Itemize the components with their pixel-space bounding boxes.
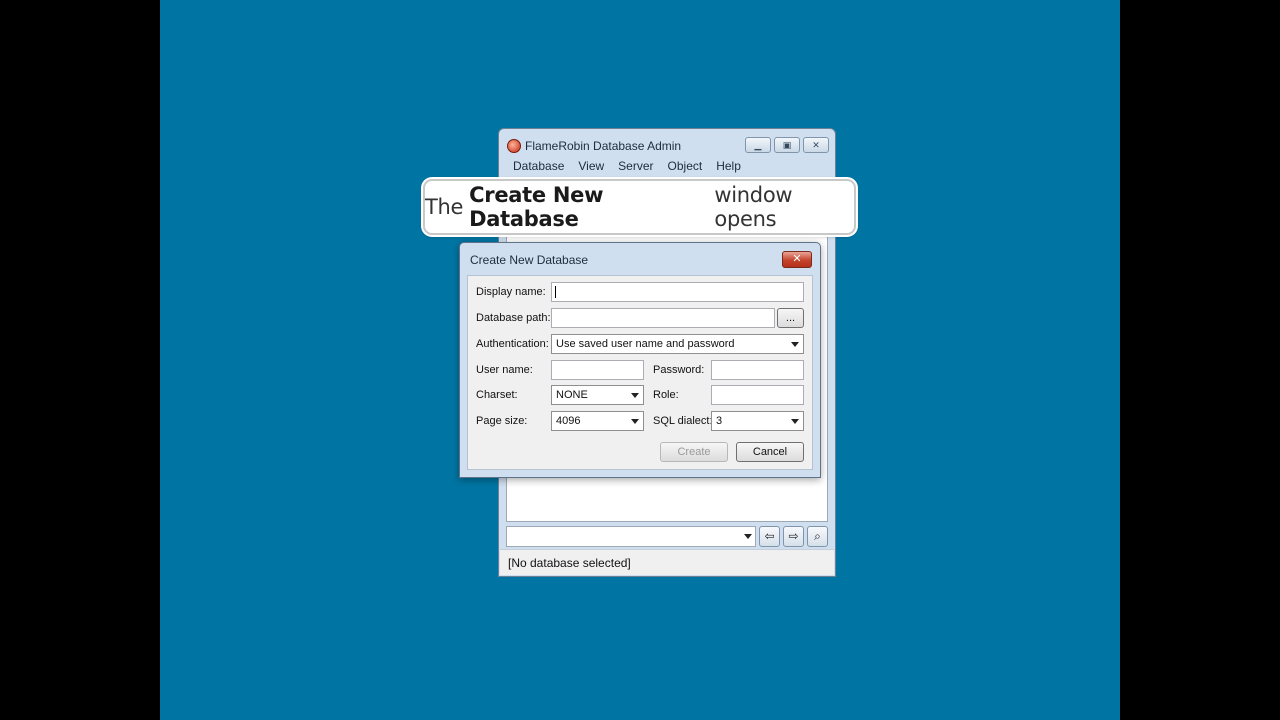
chevron-down-icon — [631, 393, 639, 398]
user-name-label: User name: — [476, 364, 533, 376]
arrow-right-icon: ⇨ — [788, 529, 799, 543]
close-icon: ✕ — [812, 139, 820, 150]
menu-view[interactable]: View — [578, 159, 604, 173]
chevron-down-icon — [791, 342, 799, 347]
create-database-dialog: Create New Database ✕ Display name: Data… — [459, 242, 821, 478]
dialog-close-button[interactable]: ✕ — [782, 251, 812, 268]
display-name-label: Display name: — [476, 286, 546, 298]
window-controls: ▁ ▣ ✕ — [745, 137, 829, 153]
sql-dialect-select[interactable]: 3 — [711, 411, 804, 431]
main-window-title: FlameRobin Database Admin — [525, 139, 682, 153]
authentication-select[interactable]: Use saved user name and password — [551, 334, 804, 354]
authentication-label: Authentication: — [476, 338, 549, 350]
display-name-input[interactable] — [551, 282, 804, 302]
text-caret — [555, 286, 556, 298]
authentication-value: Use saved user name and password — [556, 338, 735, 350]
database-path-label: Database path: — [476, 312, 551, 324]
charset-value: NONE — [556, 389, 588, 401]
minimize-icon: ▁ — [754, 139, 762, 150]
search-button[interactable]: ⌕ — [807, 525, 828, 547]
flamerobin-app-icon — [507, 139, 521, 153]
status-bar: [No database selected] — [500, 549, 834, 575]
search-combo[interactable] — [506, 525, 756, 547]
menu-object[interactable]: Object — [668, 159, 703, 173]
callout-text-post: window opens — [714, 183, 793, 231]
close-icon: ✕ — [792, 253, 802, 265]
maximize-button[interactable]: ▣ — [774, 137, 800, 153]
page-size-label: Page size: — [476, 415, 528, 427]
arrow-left-icon: ⇦ — [764, 529, 775, 543]
database-path-input[interactable] — [551, 308, 775, 328]
menu-bar: Database View Server Object Help — [504, 157, 830, 175]
sql-dialect-label: SQL dialect: — [653, 415, 713, 427]
minimize-button[interactable]: ▁ — [745, 137, 771, 153]
close-window-button[interactable]: ✕ — [803, 137, 829, 153]
charset-select[interactable]: NONE — [551, 385, 644, 405]
maximize-icon: ▣ — [782, 139, 792, 150]
role-input[interactable] — [711, 385, 804, 405]
menu-help[interactable]: Help — [716, 159, 741, 173]
user-name-input[interactable] — [551, 360, 644, 380]
sql-dialect-value: 3 — [716, 415, 723, 427]
callout-text-pre: The — [425, 195, 464, 219]
callout-text-bold: Create New Database — [469, 183, 604, 231]
page-size-select[interactable]: 4096 — [551, 411, 644, 431]
cancel-button[interactable]: Cancel — [736, 442, 804, 462]
role-label: Role: — [653, 389, 679, 401]
chevron-down-icon — [744, 533, 752, 539]
create-button[interactable]: Create — [660, 442, 728, 462]
browse-button[interactable]: ... — [777, 308, 804, 328]
main-window-titlebar: FlameRobin Database Admin — [507, 137, 681, 155]
search-icon: ⌕ — [814, 528, 821, 543]
charset-label: Charset: — [476, 389, 518, 401]
password-input[interactable] — [711, 360, 804, 380]
dialog-body: Display name: Database path: ... Authent… — [467, 275, 813, 470]
tutorial-callout: The Create New Database window opens — [423, 179, 856, 235]
back-button[interactable]: ⇦ — [759, 525, 780, 547]
chevron-down-icon — [631, 419, 639, 424]
page-size-value: 4096 — [556, 415, 581, 427]
menu-server[interactable]: Server — [618, 159, 653, 173]
menu-database[interactable]: Database — [513, 159, 564, 173]
forward-button[interactable]: ⇨ — [783, 525, 804, 547]
password-label: Password: — [653, 364, 705, 376]
dialog-title: Create New Database — [470, 253, 589, 267]
search-bar: ⇦ ⇨ ⌕ — [506, 525, 828, 547]
status-text: [No database selected] — [508, 556, 631, 570]
chevron-down-icon — [791, 419, 799, 424]
